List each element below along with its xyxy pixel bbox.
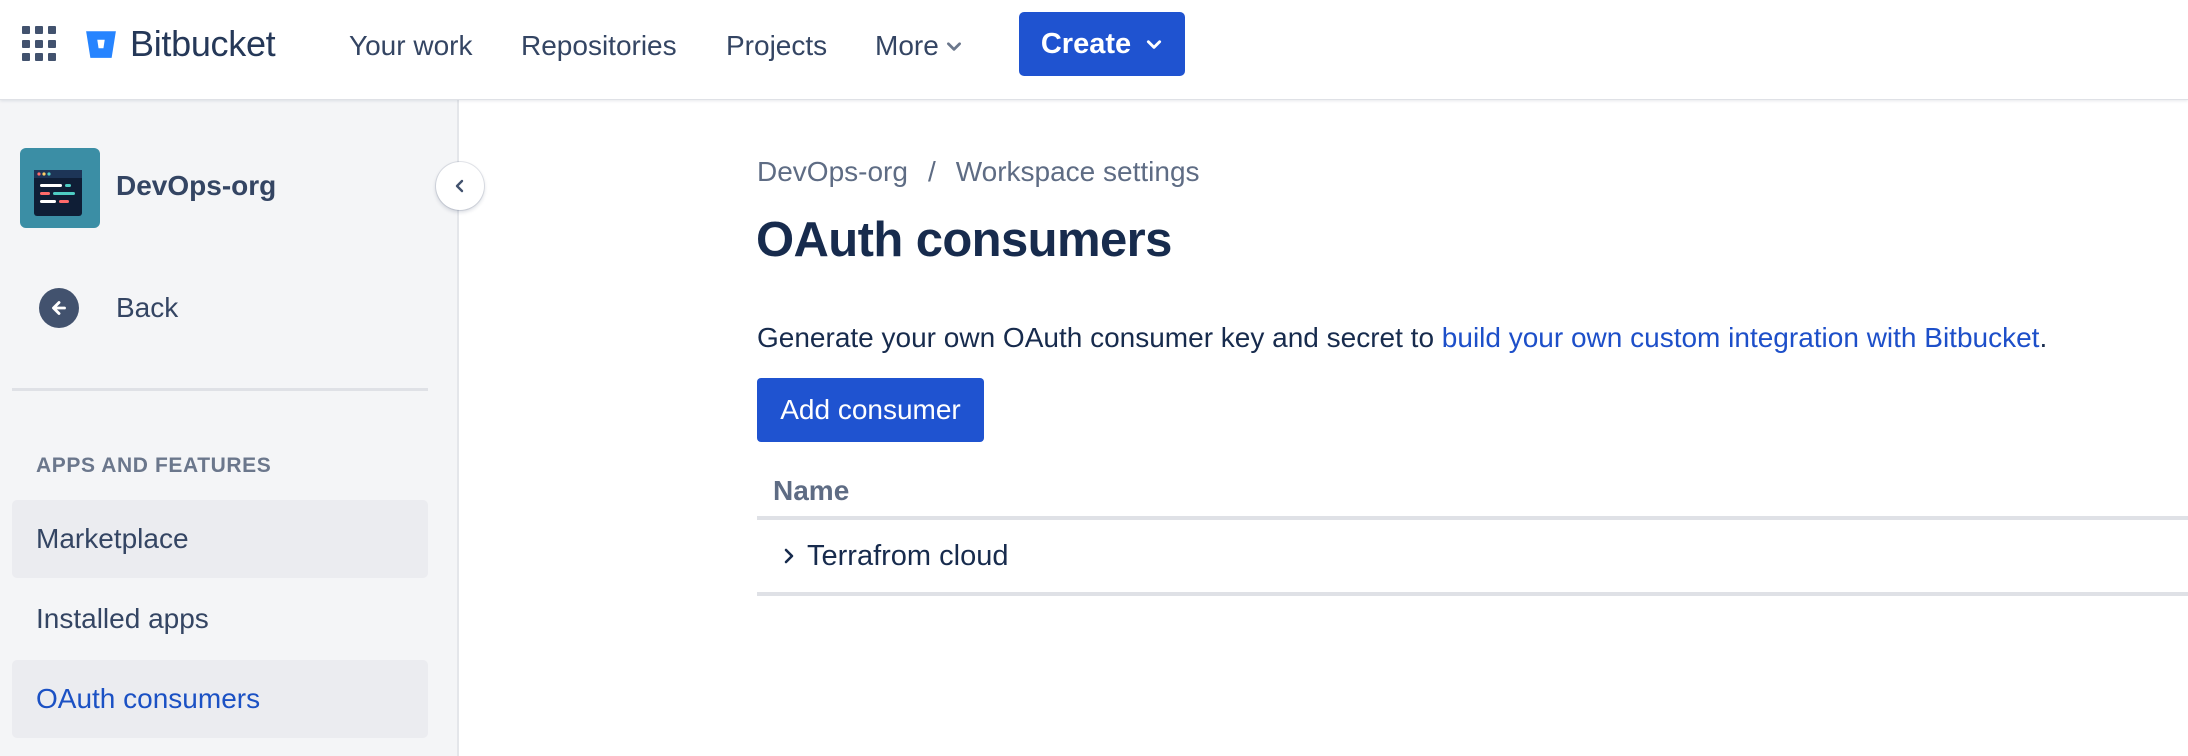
sidebar-item-installed-apps[interactable]: Installed apps (12, 580, 428, 658)
nav-repositories-label: Repositories (521, 30, 677, 61)
breadcrumb-separator: / (927, 156, 936, 187)
page-description: Generate your own OAuth consumer key and… (757, 322, 2047, 354)
breadcrumb-workspace[interactable]: DevOps-org (757, 156, 908, 188)
nav-projects-label: Projects (726, 30, 828, 61)
chevron-down-icon (1147, 40, 1162, 49)
sidebar-divider (12, 388, 428, 391)
sidebar-item-label: OAuth consumers (36, 683, 261, 714)
breadcrumb: DevOps-org / Workspace settings (757, 156, 1200, 188)
chevron-left-icon (455, 179, 464, 193)
bitbucket-logo[interactable]: Bitbucket (84, 22, 276, 66)
add-consumer-label: Add consumer (780, 394, 961, 425)
back-button[interactable]: Back (20, 280, 430, 336)
description-period: . (2039, 322, 2048, 353)
arrow-left-icon (39, 288, 79, 328)
consumers-table: Name Terrafrom cloud (757, 466, 2188, 596)
page-title: OAuth consumers (756, 213, 1172, 267)
nav-more-label: More (875, 30, 939, 61)
section-heading-apps-features: APPS AND FEATURES (36, 454, 272, 477)
breadcrumb-workspace-settings[interactable]: Workspace settings (956, 156, 1200, 188)
workspace-name: DevOps-org (116, 170, 277, 201)
sidebar-item-oauth-consumers[interactable]: OAuth consumers (12, 660, 428, 738)
sidebar-item-marketplace[interactable]: Marketplace (12, 500, 428, 578)
chevron-right-icon[interactable] (781, 548, 797, 564)
table-header-label: Name (773, 475, 850, 506)
back-label: Back (116, 292, 179, 323)
create-button[interactable]: Create (1019, 12, 1185, 76)
workspace-avatar (20, 148, 100, 228)
sidebar-item-label: Installed apps (36, 603, 209, 634)
table-header-name: Name (757, 466, 2188, 520)
top-navigation: Bitbucket Your work Repositories Project… (0, 0, 2188, 100)
bitbucket-logo-icon (86, 31, 116, 58)
nav-your-work[interactable]: Your work (349, 26, 472, 66)
create-button-label: Create (1040, 27, 1132, 60)
consumer-name: Terrafrom cloud (807, 539, 1009, 572)
sidebar: DevOps-org Back APPS AND FEATURES Market… (0, 100, 484, 756)
nav-repositories[interactable]: Repositories (521, 26, 677, 66)
nav-more[interactable]: More (875, 26, 963, 66)
sidebar-item-label: Marketplace (36, 523, 189, 554)
logo-text: Bitbucket (130, 23, 276, 64)
chevron-down-icon (946, 42, 961, 51)
description-text: Generate your own OAuth consumer key and… (757, 322, 1442, 353)
app-switcher-icon[interactable] (22, 26, 58, 62)
table-row[interactable]: Terrafrom cloud (757, 520, 2188, 596)
collapse-sidebar-button[interactable] (436, 162, 484, 210)
nav-projects[interactable]: Projects (726, 26, 827, 66)
nav-your-work-label: Your work (349, 30, 473, 61)
workspace-avatar-icon (20, 148, 100, 228)
add-consumer-button[interactable]: Add consumer (757, 378, 984, 442)
integration-docs-link[interactable]: build your own custom integration with B… (1442, 322, 2040, 353)
